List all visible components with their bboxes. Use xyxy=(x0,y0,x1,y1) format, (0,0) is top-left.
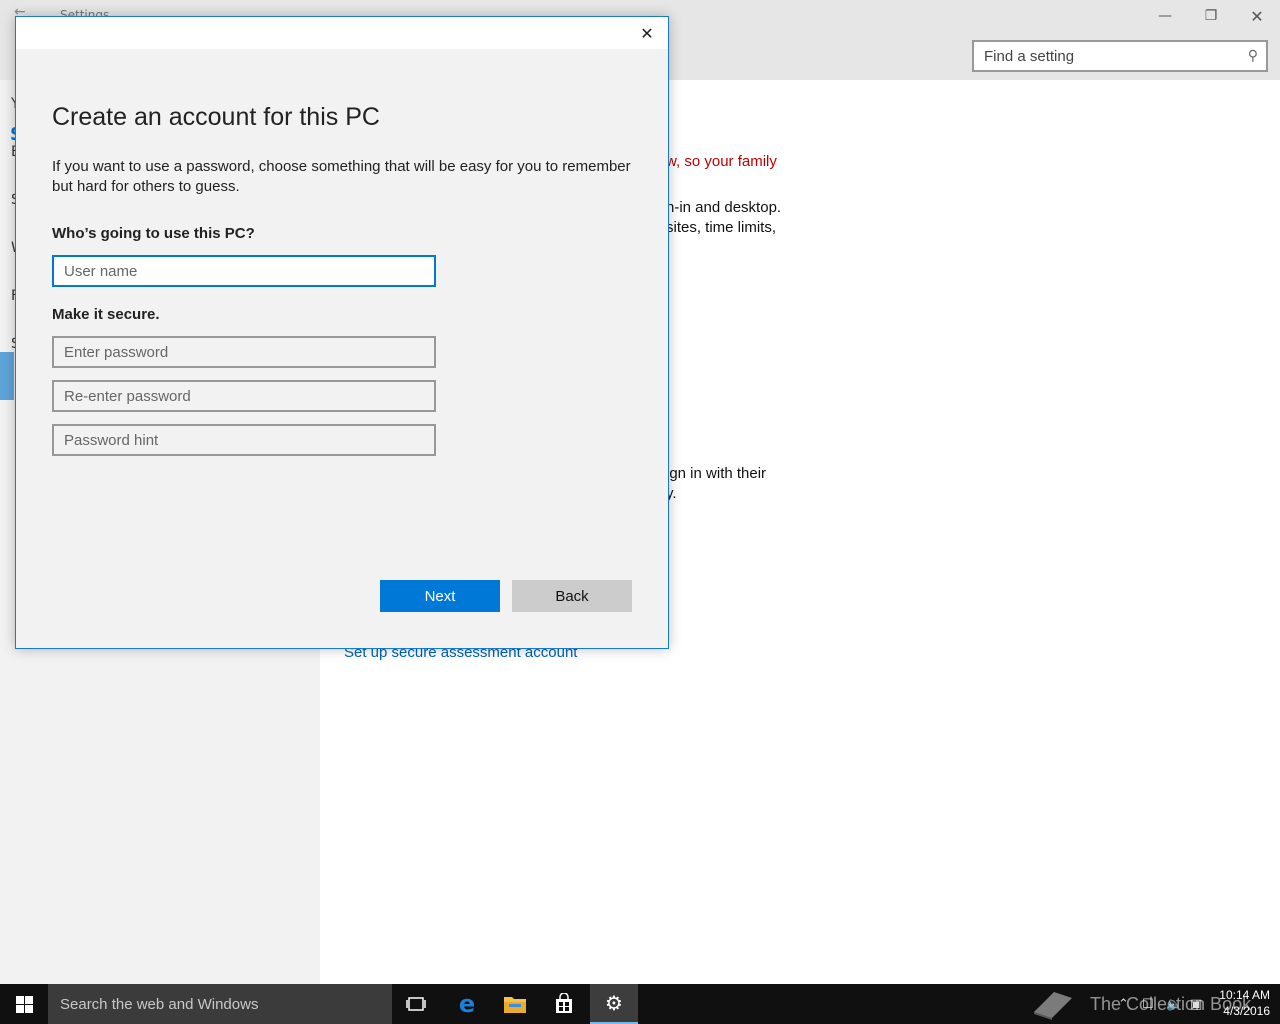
maximize-button[interactable]: ❐ xyxy=(1188,4,1234,28)
taskbar: Search the web and Windows e ⚙ The Colle… xyxy=(0,984,1280,1024)
who-label: Who’s going to use this PC? xyxy=(52,225,255,242)
dialog-titlebar: ✕ xyxy=(16,17,668,49)
create-account-dialog: ✕ Create an account for this PC If you w… xyxy=(15,16,669,649)
store-icon[interactable] xyxy=(540,984,588,1024)
next-button[interactable]: Next xyxy=(380,580,500,612)
find-setting-input[interactable] xyxy=(984,47,1234,65)
clock-date: 4/3/2016 xyxy=(1223,1004,1270,1018)
dialog-description: If you want to use a password, choose so… xyxy=(52,158,631,195)
taskbar-search[interactable]: Search the web and Windows xyxy=(48,984,392,1024)
search-icon[interactable]: ⚲ xyxy=(1248,48,1258,64)
show-hidden-icons-chevron-icon[interactable]: ⌃ xyxy=(1118,984,1129,1024)
action-center-icon[interactable]: ▣ xyxy=(1190,984,1202,1024)
back-button[interactable]: Back xyxy=(512,580,632,612)
bg-text-sign-in: ign in with their xyxy=(666,465,767,482)
reenter-password-field[interactable] xyxy=(52,380,436,412)
windows-logo-icon xyxy=(15,995,33,1013)
minimize-button[interactable]: — xyxy=(1142,4,1188,28)
clock[interactable]: 10:14 AM 4/3/2016 xyxy=(1212,987,1270,1019)
network-icon[interactable]: ☐ xyxy=(1142,984,1154,1024)
bg-text-desktop: n-in and desktop. xyxy=(666,199,782,216)
file-explorer-icon[interactable] xyxy=(491,984,539,1024)
find-setting-search[interactable]: ⚲ xyxy=(972,40,1268,72)
volume-icon[interactable]: 🔈 xyxy=(1166,984,1182,1024)
book-logo-icon xyxy=(1034,992,1072,1020)
task-view-icon[interactable] xyxy=(392,984,440,1024)
edge-browser-icon[interactable]: e xyxy=(443,984,491,1024)
password-field[interactable] xyxy=(52,336,436,368)
username-field[interactable] xyxy=(52,255,436,287)
bg-text-family: w, so your family xyxy=(666,153,777,170)
start-button[interactable] xyxy=(0,984,48,1024)
password-hint-field[interactable] xyxy=(52,424,436,456)
settings-gear-icon[interactable]: ⚙ xyxy=(590,984,638,1024)
close-window-button[interactable]: ✕ xyxy=(1234,4,1280,28)
dialog-close-button[interactable]: ✕ xyxy=(632,21,662,45)
nav-selected-indicator xyxy=(0,352,14,400)
secure-label: Make it secure. xyxy=(52,306,160,323)
dialog-heading: Create an account for this PC xyxy=(52,103,380,131)
clock-time: 10:14 AM xyxy=(1219,988,1270,1002)
bg-text-limits: sites, time limits, xyxy=(666,219,777,236)
